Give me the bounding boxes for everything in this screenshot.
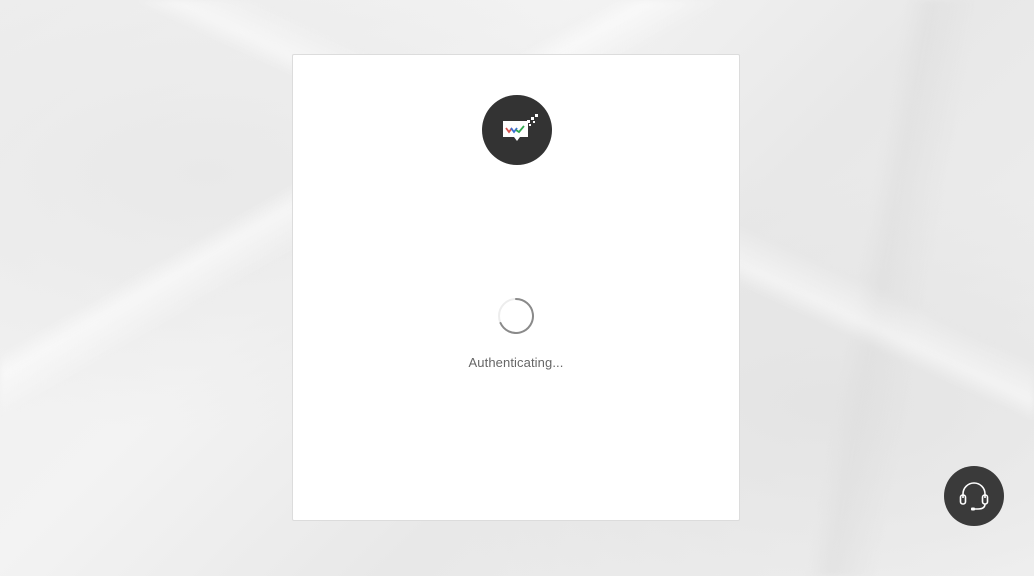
loading-spinner-icon (498, 298, 534, 334)
support-button[interactable] (944, 466, 1004, 526)
chat-checkmark-logo-icon (503, 114, 538, 141)
app-logo (482, 95, 552, 165)
auth-status-text: Authenticating... (468, 355, 564, 370)
auth-card: Authenticating... (292, 54, 740, 521)
headset-icon (959, 482, 989, 511)
loading-spinner (498, 298, 534, 334)
